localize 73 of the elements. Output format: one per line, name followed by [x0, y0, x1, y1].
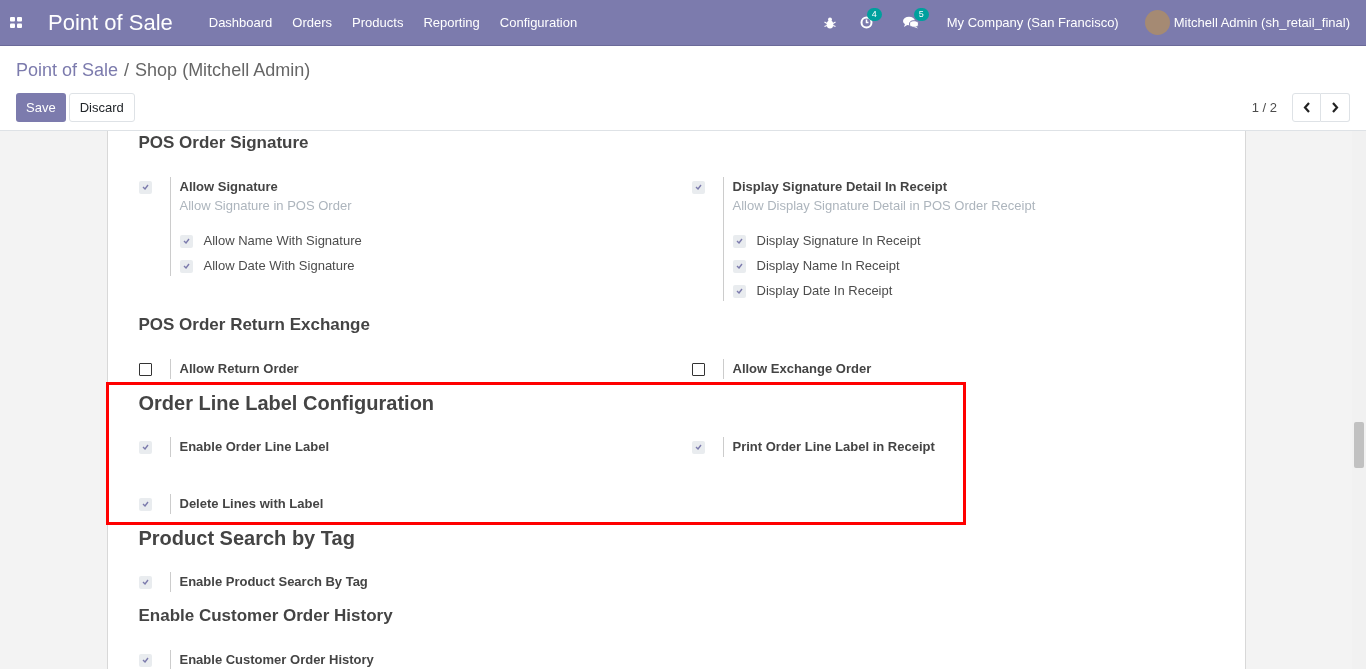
checkmark-icon [735, 238, 743, 244]
setting-label: Enable Customer Order History [179, 651, 374, 669]
bug-icon[interactable] [823, 16, 836, 29]
chevron-right-icon [1331, 102, 1339, 113]
setting-label: Print Order Line Label in Receipt [732, 438, 935, 456]
checkmark-icon [141, 444, 149, 450]
user-menu[interactable]: Mitchell Admin (sh_retail_final) [1173, 12, 1350, 33]
setting-label: Delete Lines with Label [179, 495, 324, 513]
discard-button[interactable]: Discard [68, 93, 135, 122]
setting-label: Display Signature Detail In Receipt [732, 178, 949, 196]
checkbox[interactable] [138, 440, 152, 454]
app-title: Point of Sale [48, 9, 173, 37]
section-title: Order Line Label Configuration [138, 391, 436, 415]
chevron-left-icon [1302, 102, 1311, 113]
checkbox[interactable] [138, 362, 152, 376]
checkbox[interactable] [138, 497, 152, 511]
checkmark-icon [141, 657, 149, 663]
checkmark-icon [141, 501, 149, 507]
save-button[interactable]: Save [16, 93, 66, 122]
checkbox[interactable] [732, 234, 746, 248]
chat-icon[interactable] [902, 16, 919, 29]
checkbox[interactable] [138, 180, 152, 194]
checkbox-label: Display Signature In Receipt [756, 232, 921, 251]
pager-value: 1 / 2 [1251, 98, 1277, 117]
checkbox[interactable] [138, 653, 152, 667]
checkbox[interactable] [691, 180, 705, 194]
checkbox[interactable] [732, 284, 746, 298]
setting-label: Allow Return Order [179, 360, 299, 378]
setting-description: Allow Signature in POS Order [179, 197, 353, 215]
checkbox-label: Allow Name With Signature [203, 232, 362, 251]
next-button[interactable] [1321, 93, 1350, 122]
checkbox-label: Allow Date With Signature [203, 257, 355, 276]
setting-label: Allow Exchange Order [732, 360, 872, 378]
section-title: Product Search by Tag [138, 526, 356, 550]
checkmark-icon [735, 288, 743, 294]
checkmark-icon [735, 263, 743, 269]
checkbox[interactable] [179, 234, 193, 248]
breadcrumb-current: Shop (Mitchell Admin) [135, 58, 311, 82]
breadcrumb-separator: / [124, 58, 130, 82]
checkbox-label: Display Date In Receipt [756, 282, 893, 301]
menu-item[interactable]: Configuration [489, 12, 588, 33]
setting-label: Enable Order Line Label [179, 438, 330, 456]
section-title: POS Order Return Exchange [138, 314, 371, 336]
menu-item[interactable]: Products [342, 12, 414, 33]
checkbox[interactable] [179, 259, 193, 273]
menu-item[interactable]: Dashboard [198, 12, 283, 33]
avatar [1144, 10, 1170, 35]
menu-item[interactable]: Orders [282, 12, 343, 33]
clock-icon[interactable] [859, 16, 873, 29]
checkbox[interactable] [691, 362, 705, 376]
checkmark-icon [182, 238, 190, 244]
breadcrumb-link[interactable]: Point of Sale [16, 56, 119, 84]
scrollbar-thumb[interactable] [1354, 422, 1364, 468]
checkmark-icon [141, 184, 149, 190]
checkbox[interactable] [138, 575, 152, 589]
apps-menu-icon[interactable] [10, 17, 22, 28]
setting-label: Enable Product Search By Tag [179, 573, 368, 591]
company-switcher[interactable]: My Company (San Francisco) [946, 12, 1119, 33]
checkbox[interactable] [691, 440, 705, 454]
checkmark-icon [141, 579, 149, 585]
section-title: POS Order Signature [138, 132, 310, 154]
checkmark-icon [182, 263, 190, 269]
checkmark-icon [694, 444, 702, 450]
checkbox[interactable] [732, 259, 746, 273]
menu-item[interactable]: Reporting [413, 12, 490, 33]
notification-badge: 4 [866, 8, 882, 21]
previous-button[interactable] [1292, 93, 1321, 122]
setting-label: Allow Signature [179, 178, 279, 196]
setting-description: Allow Display Signature Detail in POS Order Receipt [732, 197, 1036, 215]
checkbox-label: Display Name In Receipt [756, 257, 900, 276]
checkmark-icon [694, 184, 702, 190]
section-title: Enable Customer Order History [138, 605, 394, 627]
notification-badge: 5 [913, 8, 929, 21]
